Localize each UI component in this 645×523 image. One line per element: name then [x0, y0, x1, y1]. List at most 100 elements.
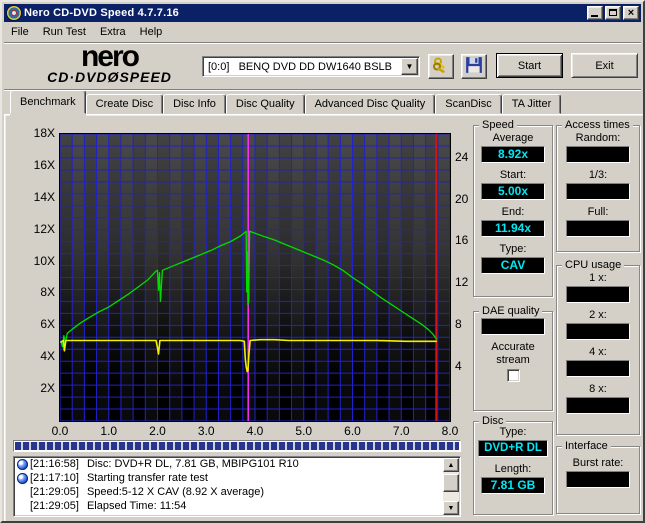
y-axis-left-label: 8X [40, 285, 55, 300]
log-text: Disc: DVD+R DL, 7.81 GB, MBIPG101 R10 [86, 458, 299, 470]
cpu-4x-value [566, 360, 630, 377]
chevron-down-icon[interactable]: ▼ [401, 58, 418, 75]
x-axis-label: 1.0 [100, 424, 118, 438]
maximize-button[interactable] [605, 6, 621, 20]
tab-create-disc[interactable]: Create Disc [85, 94, 164, 114]
scrollbar-thumb[interactable] [443, 474, 459, 492]
burst-rate-label: Burst rate: [572, 457, 624, 469]
app-window: Nero CD-DVD Speed 4.7.7.16 × File Run Te… [0, 0, 645, 523]
random-label: Random: [575, 132, 621, 144]
log-row[interactable]: [21:29:05] Speed:5-12 X CAV (8.92 X aver… [14, 485, 460, 499]
maximize-icon [609, 9, 617, 16]
accurate-stream-label-2: stream [496, 354, 530, 366]
log-time: [21:29:05] [30, 500, 79, 512]
dae-quality-group-title: DAE quality [479, 305, 543, 317]
y-axis-left-label: 18X [33, 126, 55, 140]
log-row[interactable]: [21:29:05] Elapsed Time: 11:54 [14, 499, 460, 513]
x-axis-label: 8.0 [441, 424, 459, 438]
title-bar: Nero CD-DVD Speed 4.7.7.16 × [4, 4, 641, 22]
menu-bar: File Run Test Extra Help [4, 23, 641, 41]
tab-ta-jitter[interactable]: TA Jitter [501, 94, 562, 114]
disc-type-label: Type: [499, 426, 527, 438]
end-label: End: [501, 206, 525, 218]
keys-icon [433, 57, 446, 74]
close-button[interactable]: × [623, 6, 639, 20]
accurate-stream-label: Accurate [491, 341, 535, 353]
tab-scandisc[interactable]: ScanDisc [435, 94, 502, 114]
full-value [566, 220, 630, 237]
menu-file[interactable]: File [4, 24, 36, 40]
tab-strip: Benchmark Create Disc Disc Info Disc Qua… [4, 90, 641, 114]
options-keys-button[interactable] [428, 54, 454, 79]
scroll-up-icon[interactable]: ▲ [443, 458, 459, 472]
progress-bar-fill [15, 442, 459, 450]
speed-chart [59, 133, 451, 422]
start-value: 5.00x [481, 183, 545, 200]
drive-select[interactable]: [0:0] BENQ DVD DD DW1640 BSLB ▼ [202, 56, 420, 77]
x-axis-label: 6.0 [344, 424, 361, 438]
progress-bar [13, 440, 461, 452]
dae-quality-value [481, 318, 545, 335]
menu-run-test[interactable]: Run Test [36, 24, 93, 40]
minimize-icon [591, 15, 598, 17]
dae-quality-group: DAE quality Accurate stream [473, 305, 553, 411]
nero-logo-text: nero [80, 40, 140, 73]
burst-rate-value [566, 471, 630, 488]
cpu-usage-group-title: CPU usage [562, 259, 625, 271]
type-label: Type: [499, 243, 527, 255]
save-floppy-icon [466, 57, 482, 73]
toolbar: nero CD·DVDØSPEED [0:0] BENQ DVD DD DW16… [4, 40, 641, 88]
y-axis-left-label: 4X [40, 349, 55, 364]
log-text: Speed:5-12 X CAV (8.92 X average) [86, 486, 265, 498]
one-third-label: 1/3: [588, 169, 608, 181]
random-value [566, 146, 630, 163]
disc-length-value: 7.81 GB [481, 477, 545, 494]
nero-logo: nero CD·DVDØSPEED [22, 40, 197, 85]
cpu-8x-value [566, 397, 630, 414]
x-axis-label: 2.0 [149, 424, 166, 438]
interface-group: Interface Burst rate: [556, 440, 640, 514]
x-axis-label: 4.0 [246, 424, 264, 438]
log-time: [21:16:58] [30, 458, 79, 470]
disc-group: Disc Type: DVD+R DL Length: 7.81 GB [473, 415, 553, 515]
disc-info-icon [17, 472, 28, 484]
cpu-8x-label: 8 x: [589, 383, 607, 395]
chart-plot-area [59, 133, 451, 422]
disc-group-title: Disc [479, 415, 507, 427]
y-axis-left-label: 14X [33, 189, 55, 204]
log-row[interactable]: [21:16:58] Disc: DVD+R DL, 7.81 GB, MBIP… [14, 457, 460, 471]
y-axis-left-label: 12X [33, 221, 55, 236]
cpu-1x-value [566, 286, 630, 303]
menu-extra[interactable]: Extra [93, 24, 133, 40]
tab-disc-quality[interactable]: Disc Quality [225, 94, 305, 114]
tab-disc-info[interactable]: Disc Info [163, 94, 226, 114]
app-icon[interactable] [7, 6, 21, 20]
disc-length-label: Length: [494, 463, 532, 475]
y-axis-left-label: 6X [40, 317, 55, 332]
log-scrollbar[interactable]: ▲ ▼ [443, 458, 459, 515]
tab-benchmark[interactable]: Benchmark [10, 90, 86, 114]
interface-group-title: Interface [562, 440, 611, 452]
log-time: [21:29:05] [30, 486, 79, 498]
y-axis-left-label: 16X [33, 157, 55, 172]
x-axis-label: 3.0 [197, 424, 215, 438]
start-label: Start: [499, 169, 527, 181]
y-axis-left-label: 10X [33, 253, 55, 268]
accurate-stream-checkbox[interactable] [506, 369, 520, 382]
log-text: Elapsed Time: 11:54 [86, 500, 187, 512]
save-button[interactable] [461, 54, 487, 79]
benchmark-page: 18X 16X 14X 12X 10X 8X 6X 4X 2X 24 20 16 12 8 4 0.0 1.… [4, 114, 643, 521]
log-row[interactable]: [21:17:10] Starting transfer rate test [14, 471, 460, 485]
menu-help[interactable]: Help [133, 24, 170, 40]
tab-advanced-disc-quality[interactable]: Advanced Disc Quality [304, 94, 436, 114]
scroll-down-icon[interactable]: ▼ [443, 501, 459, 515]
average-value: 8.92x [481, 146, 545, 163]
start-button[interactable]: Start [496, 53, 563, 78]
cpu-2x-value [566, 323, 630, 340]
log-text: Starting transfer rate test [86, 472, 208, 484]
exit-button[interactable]: Exit [571, 53, 638, 78]
end-value: 11.94x [481, 220, 545, 237]
x-axis-label: 5.0 [295, 424, 313, 438]
cpu-1x-label: 1 x: [589, 272, 607, 284]
minimize-button[interactable] [587, 6, 603, 20]
